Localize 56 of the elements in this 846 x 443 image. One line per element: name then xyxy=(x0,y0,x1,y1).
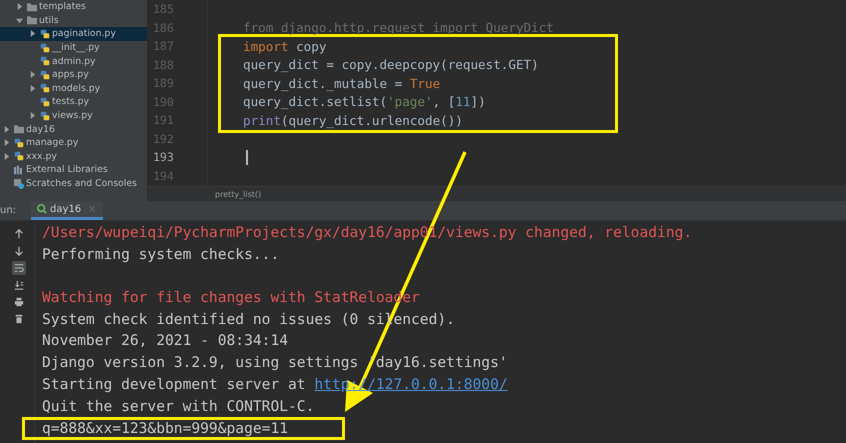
tree-item[interactable]: __init__.py xyxy=(0,40,147,54)
tree-item[interactable]: models.py xyxy=(0,82,147,96)
code-line: query_dict._mutable = True xyxy=(243,76,440,91)
python-file-icon xyxy=(40,70,50,80)
python-file-icon xyxy=(40,96,50,107)
run-tab[interactable]: day16 × xyxy=(31,201,103,220)
folder-icon xyxy=(27,2,37,12)
console-line: Performing system checks... xyxy=(42,246,280,263)
down-arrow-icon xyxy=(14,246,24,256)
console-line: November 26, 2021 - 08:34:14 xyxy=(42,332,288,350)
toolbar-button[interactable] xyxy=(12,261,26,275)
code-line: from django.http.request import QueryDict xyxy=(243,20,554,36)
tree-item[interactable]: manage.py xyxy=(0,136,147,150)
tree-item[interactable]: templates xyxy=(0,0,147,14)
tree-item[interactable]: views.py xyxy=(0,108,147,122)
tree-item[interactable]: pagination.py xyxy=(0,27,147,41)
console-line: q=888&xx=123&bbn=999&page=11 xyxy=(42,420,288,438)
folder-icon xyxy=(14,124,24,134)
python-file-icon xyxy=(40,110,50,121)
tree-item[interactable]: day16 xyxy=(0,122,147,136)
expand-arrow-icon[interactable] xyxy=(29,112,36,120)
tree-item[interactable]: Scratches and Consoles xyxy=(0,176,147,190)
code-line: query_dict.setlist('page', [11]) xyxy=(243,94,486,110)
print-icon xyxy=(14,297,24,307)
tree-item[interactable]: utils xyxy=(0,14,147,28)
toolbar-button[interactable] xyxy=(12,244,26,258)
scroll-to-end-icon xyxy=(14,280,24,290)
text-cursor xyxy=(246,150,248,165)
code-line: query_dict = copy.deepcopy(request.GET) xyxy=(243,57,539,72)
run-config-icon xyxy=(37,204,48,214)
run-label: un: xyxy=(0,205,16,216)
scratches-icon xyxy=(14,178,24,189)
python-file-icon xyxy=(40,83,50,94)
tree-item[interactable]: tests.py xyxy=(0,95,147,109)
code-line: print(query_dict.urlencode()) xyxy=(243,112,463,128)
library-icon xyxy=(14,164,24,175)
python-file-icon xyxy=(40,56,50,66)
python-file-icon xyxy=(14,151,24,162)
code-line: import copy xyxy=(243,38,326,54)
wrap-icon xyxy=(14,263,24,273)
toolbar-button[interactable] xyxy=(12,295,26,309)
line-number: 193 xyxy=(153,150,174,164)
toolbar-button[interactable] xyxy=(12,278,26,292)
folder-icon xyxy=(27,15,37,26)
trash-icon xyxy=(14,314,24,324)
console-line: Quit the server with CONTROL-C. xyxy=(42,398,314,414)
python-file-icon xyxy=(40,28,50,39)
tree-item[interactable]: apps.py xyxy=(0,68,147,82)
up-arrow-icon xyxy=(14,229,24,239)
console-line: Starting development server at xyxy=(42,376,307,393)
tree-item[interactable]: xxx.py xyxy=(0,150,147,164)
tree-item[interactable]: External Libraries xyxy=(0,163,147,177)
python-file-icon xyxy=(14,138,24,148)
tree-item[interactable]: admin.py xyxy=(0,54,147,68)
python-file-icon xyxy=(40,42,50,53)
breadcrumb[interactable]: pretty_list() xyxy=(215,190,262,198)
